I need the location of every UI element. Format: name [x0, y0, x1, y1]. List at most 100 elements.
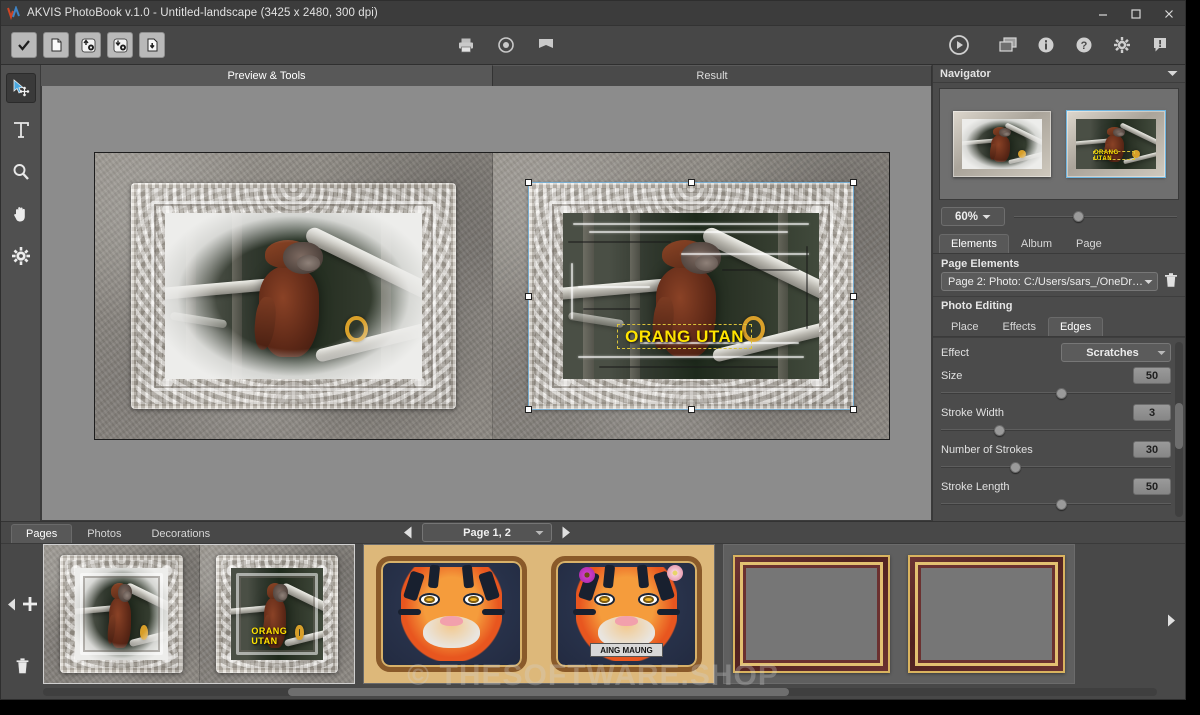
- resize-handle-e: [850, 292, 857, 300]
- maximize-button[interactable]: [1119, 1, 1152, 26]
- stroke-length-slider[interactable]: [941, 497, 1171, 511]
- effect-label: Effect: [941, 346, 969, 359]
- info-icon[interactable]: [1033, 32, 1059, 58]
- caption-text-box[interactable]: ORANG UTAN: [616, 324, 753, 350]
- tab-effects[interactable]: Effects: [991, 317, 1048, 336]
- view-button-group: [453, 32, 559, 58]
- photo-frame-left[interactable]: [131, 183, 456, 409]
- spread-page-right[interactable]: ORANG UTAN: [492, 153, 889, 439]
- run-icon[interactable]: [946, 32, 972, 58]
- scroll-left-icon[interactable]: [7, 598, 16, 614]
- save-settings-down-icon[interactable]: [107, 32, 133, 58]
- page-elements-select[interactable]: Page 2: Photo: C:/Users/sars_/OneDriv...: [941, 272, 1158, 291]
- next-arrow-icon[interactable]: [561, 526, 571, 539]
- thumb-caption-box: AING MAUNG: [589, 642, 664, 658]
- effect-select[interactable]: Scratches: [1061, 343, 1171, 362]
- caption-label: ORANG UTAN: [625, 326, 745, 346]
- resize-handle-s: [687, 406, 695, 413]
- book-icon[interactable]: [533, 32, 559, 58]
- navigator-page-right: ORANG UTAN: [1059, 106, 1173, 183]
- photo-frame-right[interactable]: ORANG UTAN: [525, 179, 857, 413]
- param-effect: Effect Scratches: [941, 342, 1171, 363]
- tab-preview-and-tools[interactable]: Preview & Tools: [41, 65, 493, 86]
- trash-icon[interactable]: [1164, 272, 1178, 291]
- preview-eye-icon[interactable]: [493, 32, 519, 58]
- page-navigator: Page 1, 2: [403, 523, 571, 542]
- tab-album[interactable]: Album: [1009, 234, 1064, 253]
- spread-page-left[interactable]: [95, 153, 492, 439]
- tab-page[interactable]: Page: [1064, 234, 1114, 253]
- text-tool[interactable]: [6, 115, 36, 145]
- photo-post: [380, 213, 392, 379]
- param-stroke-width: Stroke Width 3: [941, 402, 1171, 437]
- save-file-icon[interactable]: [139, 32, 165, 58]
- settings-gear-icon[interactable]: [1109, 32, 1135, 58]
- empty-frame: [907, 554, 1066, 674]
- help-icon[interactable]: ?: [1071, 32, 1097, 58]
- prev-arrow-icon[interactable]: [403, 526, 413, 539]
- hand-tool[interactable]: [6, 199, 36, 229]
- number-of-strokes-value[interactable]: 30: [1133, 441, 1171, 458]
- stroke-width-label: Stroke Width: [941, 406, 1004, 419]
- zoom-value: 60%: [954, 210, 979, 223]
- filmstrip-thumbs: ORANG UTAN AING MAUNG: [43, 544, 1157, 686]
- tab-decorations[interactable]: Decorations: [136, 524, 225, 543]
- run-button-group: [946, 32, 972, 58]
- filmstrip-scrollbar[interactable]: [43, 688, 1157, 696]
- thumb-page: [44, 545, 199, 683]
- plus-icon[interactable]: [22, 596, 38, 615]
- navigator-spread: ORANG UTAN: [945, 106, 1173, 183]
- print-icon[interactable]: [453, 32, 479, 58]
- navigator-preview[interactable]: ORANG UTAN: [939, 88, 1179, 200]
- open-settings-up-icon[interactable]: [75, 32, 101, 58]
- tab-elements[interactable]: Elements: [939, 234, 1009, 253]
- thumb-spread-orangutan[interactable]: ORANG UTAN: [43, 544, 355, 684]
- zoom-combo[interactable]: 60%: [941, 207, 1005, 226]
- chevron-down-icon[interactable]: [1167, 68, 1178, 80]
- page-elements-title: Page Elements: [941, 258, 1020, 270]
- stroke-width-slider[interactable]: [941, 423, 1171, 437]
- navigator-frame-left: [952, 110, 1052, 178]
- settings-scrollbar[interactable]: [1175, 342, 1183, 517]
- gear-tool[interactable]: [6, 241, 36, 271]
- effect-value: Scratches: [1086, 346, 1139, 359]
- thumb-spread-tiger[interactable]: AING MAUNG: [363, 544, 715, 684]
- close-button[interactable]: [1152, 1, 1185, 26]
- photo-right[interactable]: ORANG UTAN: [563, 213, 819, 379]
- page-select[interactable]: Page 1, 2: [422, 523, 552, 542]
- stroke-width-value[interactable]: 3: [1133, 404, 1171, 421]
- windows-icon[interactable]: [995, 32, 1021, 58]
- accept-icon[interactable]: [11, 32, 37, 58]
- navigator-frame-right: ORANG UTAN: [1065, 109, 1167, 179]
- size-slider[interactable]: [941, 386, 1171, 400]
- photo-left[interactable]: [165, 213, 422, 379]
- app-logo-icon: [1, 6, 27, 20]
- scroll-right-icon[interactable]: [1167, 614, 1176, 630]
- window-controls: [1086, 1, 1185, 25]
- svg-text:?: ?: [1081, 40, 1088, 52]
- tab-edges[interactable]: Edges: [1047, 317, 1104, 336]
- page-elements-row: Page 2: Photo: C:/Users/sars_/OneDriv...: [933, 272, 1185, 296]
- tab-place[interactable]: Place: [939, 317, 991, 336]
- tab-pages[interactable]: Pages: [11, 524, 73, 543]
- number-of-strokes-slider[interactable]: [941, 460, 1171, 474]
- application-window: AKVIS PhotoBook v.1.0 - Untitled-landsca…: [0, 0, 1186, 700]
- comment-icon[interactable]: [1147, 32, 1173, 58]
- orangutan-subject: [252, 239, 329, 360]
- trash-icon[interactable]: [15, 658, 30, 677]
- minimize-button[interactable]: [1086, 1, 1119, 26]
- size-value[interactable]: 50: [1133, 367, 1171, 384]
- stroke-length-value[interactable]: 50: [1133, 478, 1171, 495]
- new-file-icon[interactable]: [43, 32, 69, 58]
- zoom-tool[interactable]: [6, 157, 36, 187]
- transform-tool[interactable]: [5, 73, 36, 103]
- tab-photos[interactable]: Photos: [72, 524, 136, 543]
- thumb-spread-empty[interactable]: [723, 544, 1075, 684]
- main-area: Preview & Tools Result ORANG UTAN Naviga…: [1, 65, 1185, 521]
- tab-result[interactable]: Result: [493, 65, 932, 86]
- resize-handle-w: [525, 292, 532, 300]
- page-spread: ORANG UTAN: [94, 152, 890, 440]
- zoom-slider[interactable]: [1014, 210, 1177, 224]
- canvas-viewport[interactable]: ORANG UTAN: [41, 86, 932, 521]
- thumb-page: [364, 545, 539, 683]
